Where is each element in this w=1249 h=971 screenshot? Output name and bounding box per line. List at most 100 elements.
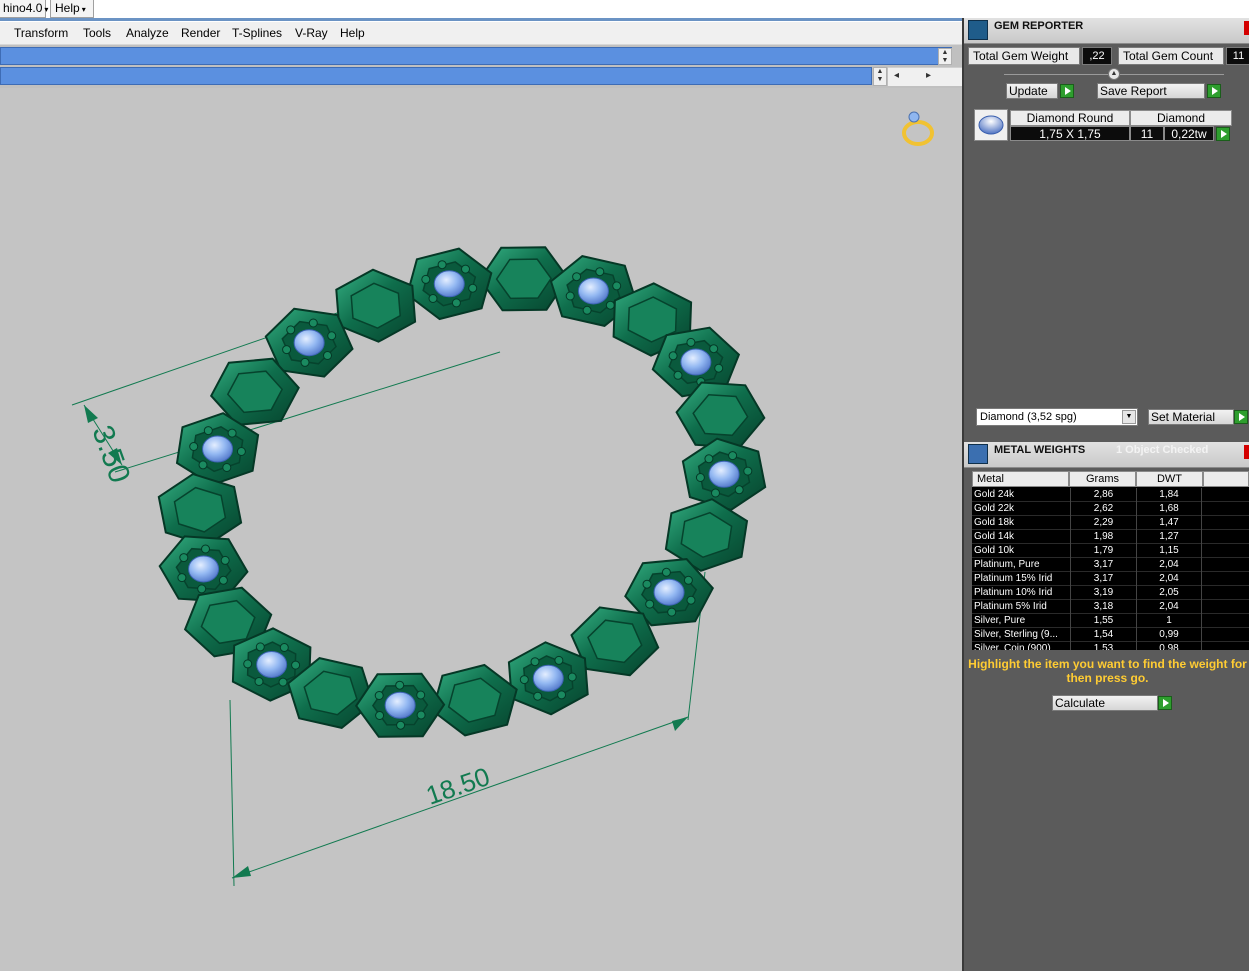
metal-name-cell: Gold 14k [974, 531, 1015, 542]
table-row[interactable]: Platinum 5% Irid 3,18 2,04 [972, 600, 1249, 614]
dwt-cell: 2,04 [1136, 572, 1202, 586]
save-report-go-icon[interactable] [1207, 84, 1221, 98]
menu-analyze[interactable]: Analyze [126, 26, 169, 40]
ring-orientation-icon[interactable] [902, 111, 934, 146]
set-material-button[interactable]: Set Material [1148, 409, 1234, 425]
menu-tools[interactable]: Tools [83, 26, 111, 40]
top-menu-help[interactable]: Help ▾ [50, 0, 94, 18]
grams-cell: 1,54 [1070, 628, 1136, 642]
dwt-cell: 1,15 [1136, 544, 1202, 558]
gem-setting-link [681, 437, 767, 511]
column-dwt[interactable]: DWT [1136, 471, 1203, 487]
table-row[interactable]: Platinum 15% Irid 3,17 2,04 [972, 572, 1249, 586]
grams-cell: 1,55 [1070, 614, 1136, 628]
gem-weight: 0,22tw [1164, 126, 1214, 141]
gem-go-icon[interactable] [1216, 127, 1230, 141]
menu-help[interactable]: Help [340, 26, 365, 40]
grams-cell: 3,17 [1070, 572, 1136, 586]
menu-tsplines[interactable]: T-Splines [232, 26, 282, 40]
perspective-viewport[interactable]: 3.50 18.50 [0, 88, 962, 971]
material-select-value: Diamond (3,52 spg) [980, 411, 1077, 423]
chevron-down-icon[interactable]: ▼ [1122, 410, 1136, 424]
material-select[interactable]: Diamond (3,52 spg) ▼ [976, 408, 1138, 426]
metal-name-cell: Gold 24k [974, 489, 1015, 500]
table-row[interactable]: Gold 10k 1,79 1,15 [972, 544, 1249, 558]
table-row[interactable]: Gold 14k 1,98 1,27 [972, 530, 1249, 544]
column-extra [1203, 471, 1249, 487]
window-divider [0, 18, 962, 21]
close-icon[interactable] [1244, 21, 1249, 35]
grams-cell: 1,79 [1070, 544, 1136, 558]
gem-reporter-header: GEM REPORTER [964, 18, 1249, 44]
menu-render[interactable]: Render [181, 26, 220, 40]
gem-icon [978, 115, 1004, 135]
plain-link [157, 473, 243, 547]
chevron-left-icon[interactable]: ◂ [894, 70, 899, 81]
grams-cell: 1,98 [1070, 530, 1136, 544]
table-row[interactable]: Gold 24k 2,86 1,84 [972, 488, 1249, 502]
command-history[interactable] [0, 47, 952, 65]
top-menu-help-label: Help [55, 1, 80, 15]
panel-slider-knob[interactable]: ▲ [1108, 68, 1120, 80]
update-go-icon[interactable] [1060, 84, 1074, 98]
save-report-button[interactable]: Save Report [1097, 83, 1205, 99]
gem-reporter-panel: GEM REPORTER Total Gem Weight ,22 Total … [962, 18, 1249, 971]
dwt-cell: 1,27 [1136, 530, 1202, 544]
menu-vray[interactable]: V-Ray [295, 26, 328, 40]
table-row[interactable]: Platinum 10% Irid 3,19 2,05 [972, 586, 1249, 600]
diamond-round-thumbnail[interactable] [974, 109, 1008, 141]
metal-name-cell: Gold 18k [974, 517, 1015, 528]
table-row[interactable]: Gold 18k 2,29 1,47 [972, 516, 1249, 530]
command-prompt[interactable] [0, 67, 872, 85]
total-gem-count-value: 11 [1226, 47, 1249, 65]
table-row[interactable]: Platinum, Pure 3,17 2,04 [972, 558, 1249, 572]
gem-reporter-icon [968, 20, 988, 40]
dimension-length-label: 18.50 [422, 761, 493, 811]
dwt-cell: 2,04 [1136, 600, 1202, 614]
ring-band [157, 246, 767, 738]
dwt-cell: 0,98 [1136, 642, 1202, 650]
gem-count: 11 [1130, 126, 1164, 141]
metal-name-cell: Platinum 10% Irid [974, 587, 1053, 598]
table-row[interactable]: Silver, Coin (900) 1,53 0,98 [972, 642, 1249, 650]
dwt-cell: 1,68 [1136, 502, 1202, 516]
column-metal[interactable]: Metal [972, 471, 1069, 487]
gem-shape[interactable]: Diamond Round [1010, 110, 1130, 126]
gem-material[interactable]: Diamond [1130, 110, 1232, 126]
gem-size: 1,75 X 1,75 [1010, 126, 1130, 141]
menu-transform[interactable]: Transform [14, 26, 68, 40]
metal-weights-header: METAL WEIGHTS 1 Object Checked [964, 442, 1249, 468]
metal-name-cell: Platinum 15% Irid [974, 573, 1053, 584]
dwt-cell: 1 [1136, 614, 1202, 628]
history-scroll[interactable]: ▲ ▼ [938, 48, 952, 65]
rhino-window: hino4.0 ▾ Help ▾ Transform Tools Analyze R… [0, 0, 1249, 971]
close-icon[interactable] [1244, 445, 1249, 459]
update-button[interactable]: Update [1006, 83, 1058, 99]
column-grams[interactable]: Grams [1069, 471, 1136, 487]
grams-cell: 2,86 [1070, 488, 1136, 502]
top-menu-rhino[interactable]: hino4.0 ▾ [0, 0, 48, 18]
dwt-cell: 1,47 [1136, 516, 1202, 530]
hint-line-1: Highlight the item you want to find the … [968, 657, 1247, 671]
metal-name-cell: Gold 22k [974, 503, 1015, 514]
table-row[interactable]: Silver, Sterling (9... 1,54 0,99 [972, 628, 1249, 642]
metal-name-cell: Silver, Pure [974, 615, 1026, 626]
metal-weights-status: 1 Object Checked [1116, 444, 1209, 456]
prompt-scroll[interactable]: ▲ ▼ [873, 67, 887, 86]
dwt-cell: 2,05 [1136, 586, 1202, 600]
gem-setting-link [507, 641, 589, 716]
dimension-width-label: 3.50 [85, 421, 136, 487]
grams-cell: 3,17 [1070, 558, 1136, 572]
dwt-cell: 1,84 [1136, 488, 1202, 502]
chevron-right-icon[interactable]: ▸ [926, 70, 931, 81]
calculate-button[interactable]: Calculate [1052, 695, 1158, 711]
calculate-go-icon[interactable] [1158, 696, 1172, 710]
table-row[interactable]: Gold 22k 2,62 1,68 [972, 502, 1249, 516]
total-gem-count-label: Total Gem Count [1118, 47, 1224, 65]
set-material-go-icon[interactable] [1234, 410, 1248, 424]
table-row[interactable]: Silver, Pure 1,55 1 [972, 614, 1249, 628]
metal-weights-table: Metal Grams DWT Gold 24k 2,86 1,84 Gold 22k… [972, 471, 1249, 650]
grams-cell: 2,29 [1070, 516, 1136, 530]
metal-weights-hint: Highlight the item you want to find the … [964, 657, 1249, 685]
grams-cell: 3,19 [1070, 586, 1136, 600]
